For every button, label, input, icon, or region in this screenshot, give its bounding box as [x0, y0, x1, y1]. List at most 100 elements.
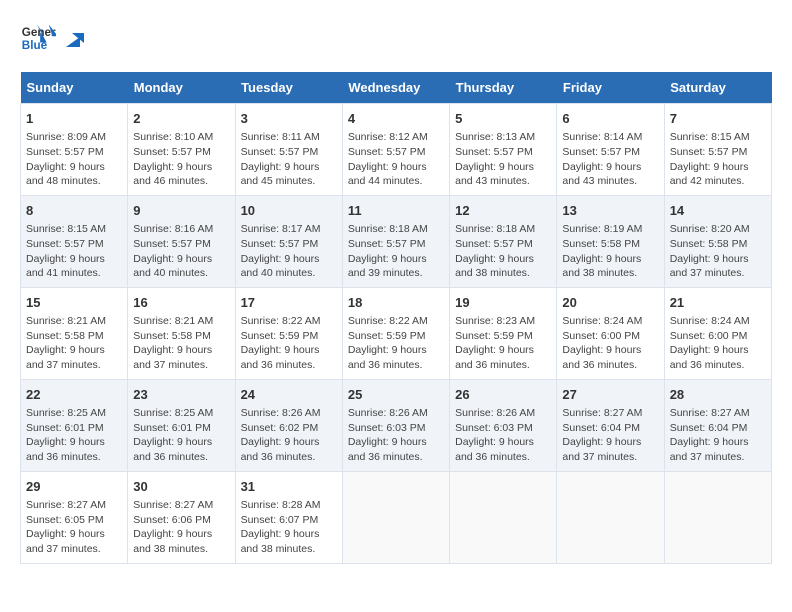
calendar-cell: 3 Sunrise: 8:11 AMSunset: 5:57 PMDaylight…	[235, 104, 342, 196]
day-number: 6	[562, 110, 658, 128]
calendar-cell: 20 Sunrise: 8:24 AMSunset: 6:00 PMDayligh…	[557, 287, 664, 379]
calendar-cell: 25Sunrise: 8:26 AMSunset: 6:03 PMDayligh…	[342, 379, 449, 471]
day-number: 7	[670, 110, 766, 128]
header-wednesday: Wednesday	[342, 72, 449, 104]
calendar-cell: 24 Sunrise: 8:26 AMSunset: 6:02 PMDayligh…	[235, 379, 342, 471]
day-number: 22	[26, 386, 122, 404]
day-number: 4	[348, 110, 444, 128]
cell-sun-info: Sunrise: 8:25 AMSunset: 6:01 PMDaylight:…	[133, 406, 229, 465]
day-number: 16	[133, 294, 229, 312]
cell-sun-info: Sunrise: 8:17 AMSunset: 5:57 PMDaylight:…	[241, 222, 337, 281]
day-number: 26	[455, 386, 551, 404]
calendar-header-row: SundayMondayTuesdayWednesdayThursdayFrid…	[21, 72, 772, 104]
header-tuesday: Tuesday	[235, 72, 342, 104]
cell-sun-info: Sunrise: 8:27 AMSunset: 6:04 PMDaylight:…	[562, 406, 658, 465]
calendar-cell	[450, 471, 557, 563]
calendar-cell: 1Sunrise: 8:09 AMSunset: 5:57 PMDaylight…	[21, 104, 128, 196]
calendar-cell: 19Sunrise: 8:23 AMSunset: 5:59 PMDayligh…	[450, 287, 557, 379]
cell-sun-info: Sunrise: 8:16 AMSunset: 5:57 PMDaylight:…	[133, 222, 229, 281]
calendar-week-row: 1Sunrise: 8:09 AMSunset: 5:57 PMDaylight…	[21, 104, 772, 196]
calendar-cell: 11 Sunrise: 8:18 AMSunset: 5:57 PMDayligh…	[342, 195, 449, 287]
logo-triangle-icon	[62, 29, 84, 51]
day-number: 17	[241, 294, 337, 312]
day-number: 14	[670, 202, 766, 220]
calendar-cell: 5 Sunrise: 8:13 AMSunset: 5:57 PMDaylight…	[450, 104, 557, 196]
calendar-cell: 7 Sunrise: 8:15 AMSunset: 5:57 PMDaylight…	[664, 104, 771, 196]
calendar-table: SundayMondayTuesdayWednesdayThursdayFrid…	[20, 72, 772, 564]
cell-sun-info: Sunrise: 8:25 AMSunset: 6:01 PMDaylight:…	[26, 406, 122, 465]
cell-sun-info: Sunrise: 8:14 AMSunset: 5:57 PMDaylight:…	[562, 130, 658, 189]
cell-sun-info: Sunrise: 8:26 AMSunset: 6:02 PMDaylight:…	[241, 406, 337, 465]
cell-sun-info: Sunrise: 8:20 AMSunset: 5:58 PMDaylight:…	[670, 222, 766, 281]
day-number: 8	[26, 202, 122, 220]
cell-sun-info: Sunrise: 8:28 AMSunset: 6:07 PMDaylight:…	[241, 498, 337, 557]
day-number: 1	[26, 110, 122, 128]
day-number: 25	[348, 386, 444, 404]
cell-sun-info: Sunrise: 8:27 AMSunset: 6:06 PMDaylight:…	[133, 498, 229, 557]
header-sunday: Sunday	[21, 72, 128, 104]
cell-sun-info: Sunrise: 8:18 AMSunset: 5:57 PMDaylight:…	[348, 222, 444, 281]
page-header: General Blue	[20, 20, 772, 56]
calendar-cell: 2Sunrise: 8:10 AMSunset: 5:57 PMDaylight…	[128, 104, 235, 196]
calendar-cell: 15 Sunrise: 8:21 AMSunset: 5:58 PMDayligh…	[21, 287, 128, 379]
logo-icon: General Blue	[20, 20, 56, 56]
day-number: 11	[348, 202, 444, 220]
cell-sun-info: Sunrise: 8:21 AMSunset: 5:58 PMDaylight:…	[26, 314, 122, 373]
calendar-cell: 23 Sunrise: 8:25 AMSunset: 6:01 PMDayligh…	[128, 379, 235, 471]
day-number: 24	[241, 386, 337, 404]
calendar-cell: 18 Sunrise: 8:22 AMSunset: 5:59 PMDayligh…	[342, 287, 449, 379]
calendar-cell: 10 Sunrise: 8:17 AMSunset: 5:57 PMDayligh…	[235, 195, 342, 287]
calendar-cell: 13Sunrise: 8:19 AMSunset: 5:58 PMDayligh…	[557, 195, 664, 287]
cell-sun-info: Sunrise: 8:24 AMSunset: 6:00 PMDaylight:…	[562, 314, 658, 373]
cell-sun-info: Sunrise: 8:12 AMSunset: 5:57 PMDaylight:…	[348, 130, 444, 189]
header-thursday: Thursday	[450, 72, 557, 104]
calendar-cell: 8 Sunrise: 8:15 AMSunset: 5:57 PMDaylight…	[21, 195, 128, 287]
day-number: 30	[133, 478, 229, 496]
cell-sun-info: Sunrise: 8:18 AMSunset: 5:57 PMDaylight:…	[455, 222, 551, 281]
calendar-cell: 12 Sunrise: 8:18 AMSunset: 5:57 PMDayligh…	[450, 195, 557, 287]
cell-sun-info: Sunrise: 8:15 AMSunset: 5:57 PMDaylight:…	[26, 222, 122, 281]
calendar-week-row: 22 Sunrise: 8:25 AMSunset: 6:01 PMDayligh…	[21, 379, 772, 471]
day-number: 5	[455, 110, 551, 128]
day-number: 10	[241, 202, 337, 220]
calendar-week-row: 29Sunrise: 8:27 AMSunset: 6:05 PMDayligh…	[21, 471, 772, 563]
calendar-cell: 22 Sunrise: 8:25 AMSunset: 6:01 PMDayligh…	[21, 379, 128, 471]
day-number: 9	[133, 202, 229, 220]
day-number: 21	[670, 294, 766, 312]
cell-sun-info: Sunrise: 8:22 AMSunset: 5:59 PMDaylight:…	[241, 314, 337, 373]
day-number: 31	[241, 478, 337, 496]
cell-sun-info: Sunrise: 8:19 AMSunset: 5:58 PMDaylight:…	[562, 222, 658, 281]
calendar-cell: 21 Sunrise: 8:24 AMSunset: 6:00 PMDayligh…	[664, 287, 771, 379]
cell-sun-info: Sunrise: 8:13 AMSunset: 5:57 PMDaylight:…	[455, 130, 551, 189]
cell-sun-info: Sunrise: 8:27 AMSunset: 6:04 PMDaylight:…	[670, 406, 766, 465]
day-number: 19	[455, 294, 551, 312]
logo: General Blue	[20, 20, 84, 56]
day-number: 18	[348, 294, 444, 312]
day-number: 28	[670, 386, 766, 404]
calendar-cell: 28 Sunrise: 8:27 AMSunset: 6:04 PMDayligh…	[664, 379, 771, 471]
cell-sun-info: Sunrise: 8:24 AMSunset: 6:00 PMDaylight:…	[670, 314, 766, 373]
calendar-week-row: 8 Sunrise: 8:15 AMSunset: 5:57 PMDaylight…	[21, 195, 772, 287]
calendar-cell: 30 Sunrise: 8:27 AMSunset: 6:06 PMDayligh…	[128, 471, 235, 563]
day-number: 12	[455, 202, 551, 220]
day-number: 15	[26, 294, 122, 312]
header-saturday: Saturday	[664, 72, 771, 104]
cell-sun-info: Sunrise: 8:22 AMSunset: 5:59 PMDaylight:…	[348, 314, 444, 373]
calendar-cell: 27Sunrise: 8:27 AMSunset: 6:04 PMDayligh…	[557, 379, 664, 471]
day-number: 23	[133, 386, 229, 404]
cell-sun-info: Sunrise: 8:10 AMSunset: 5:57 PMDaylight:…	[133, 130, 229, 189]
day-number: 20	[562, 294, 658, 312]
cell-sun-info: Sunrise: 8:11 AMSunset: 5:57 PMDaylight:…	[241, 130, 337, 189]
calendar-cell: 17 Sunrise: 8:22 AMSunset: 5:59 PMDayligh…	[235, 287, 342, 379]
calendar-cell	[342, 471, 449, 563]
calendar-cell: 6 Sunrise: 8:14 AMSunset: 5:57 PMDaylight…	[557, 104, 664, 196]
calendar-cell: 14 Sunrise: 8:20 AMSunset: 5:58 PMDayligh…	[664, 195, 771, 287]
day-number: 3	[241, 110, 337, 128]
day-number: 29	[26, 478, 122, 496]
calendar-cell	[664, 471, 771, 563]
calendar-cell: 26Sunrise: 8:26 AMSunset: 6:03 PMDayligh…	[450, 379, 557, 471]
calendar-cell: 31 Sunrise: 8:28 AMSunset: 6:07 PMDayligh…	[235, 471, 342, 563]
cell-sun-info: Sunrise: 8:15 AMSunset: 5:57 PMDaylight:…	[670, 130, 766, 189]
calendar-week-row: 15 Sunrise: 8:21 AMSunset: 5:58 PMDayligh…	[21, 287, 772, 379]
calendar-cell: 16Sunrise: 8:21 AMSunset: 5:58 PMDayligh…	[128, 287, 235, 379]
